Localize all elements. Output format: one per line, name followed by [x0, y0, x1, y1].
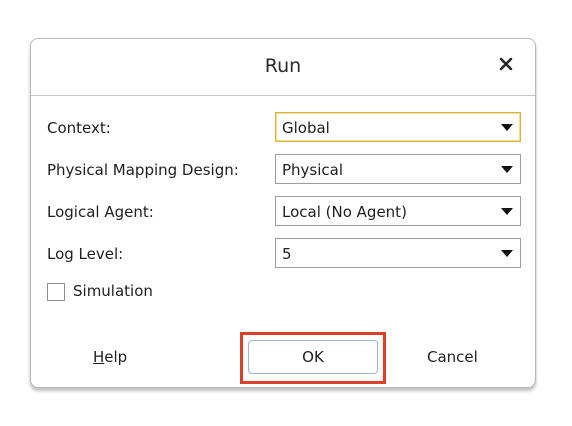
help-button[interactable]: Help	[93, 348, 127, 366]
run-dialog: Run Context: Global Physical Mapping Des…	[30, 38, 536, 388]
physical-mapping-design-label: Physical Mapping Design:	[47, 161, 239, 179]
close-icon[interactable]	[497, 55, 515, 73]
help-label-rest: elp	[104, 348, 128, 366]
logical-agent-value: Local (No Agent)	[282, 203, 407, 221]
chevron-down-icon	[501, 208, 513, 215]
dialog-title: Run	[264, 55, 302, 77]
cancel-button[interactable]: Cancel	[427, 348, 478, 366]
logical-agent-select[interactable]: Local (No Agent)	[275, 196, 521, 226]
chevron-down-icon	[501, 166, 513, 173]
ok-button[interactable]: OK	[248, 340, 378, 374]
log-level-label: Log Level:	[47, 245, 124, 263]
log-level-select[interactable]: 5	[275, 238, 521, 268]
chevron-down-icon	[501, 124, 513, 131]
chevron-down-icon	[501, 250, 513, 257]
context-label: Context:	[47, 119, 111, 137]
dialog-titlebar: Run	[31, 39, 535, 96]
logical-agent-label: Logical Agent:	[47, 203, 154, 221]
physical-mapping-design-select[interactable]: Physical	[275, 154, 521, 184]
simulation-checkbox[interactable]	[47, 283, 65, 301]
context-select[interactable]: Global	[275, 112, 521, 142]
context-value: Global	[282, 119, 330, 137]
log-level-value: 5	[282, 245, 292, 263]
physical-mapping-design-value: Physical	[282, 161, 344, 179]
simulation-label: Simulation	[73, 282, 153, 300]
help-mnemonic: H	[93, 348, 105, 366]
